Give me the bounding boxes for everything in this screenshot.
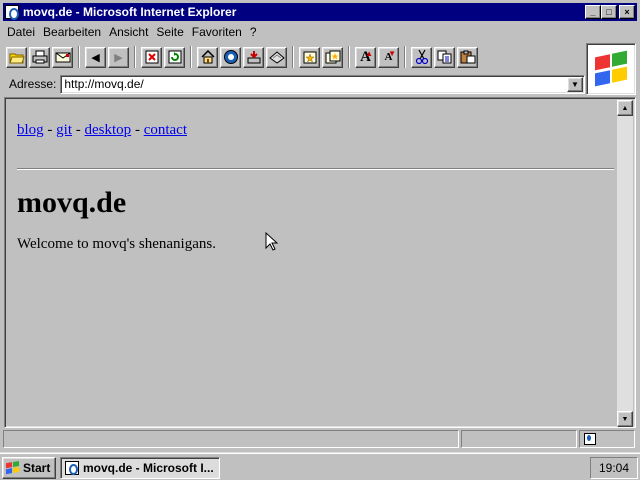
favorites-add-icon[interactable] (299, 46, 320, 68)
ie-app-icon[interactable] (5, 5, 19, 20)
web-page: blog - git - desktop - contact movq.de W… (7, 100, 619, 425)
status-pane-zone (579, 430, 635, 448)
horizontal-rule (17, 168, 614, 170)
maximize-button[interactable]: □ (601, 5, 617, 19)
paste-icon[interactable] (457, 46, 478, 68)
menu-ansicht[interactable]: Ansicht (105, 25, 152, 39)
channels-icon[interactable] (266, 46, 287, 68)
status-bar (3, 430, 637, 448)
site-nav: blog - git - desktop - contact (17, 122, 187, 139)
font-larger-icon[interactable]: A ▲ (355, 46, 376, 68)
start-button[interactable]: Start (2, 457, 56, 479)
title-bar: movq.de - Microsoft Internet Explorer _ … (3, 3, 637, 21)
start-label: Start (23, 461, 51, 475)
refresh-icon[interactable] (164, 46, 185, 68)
menu-bar: Datei Bearbeiten Ansicht Seite Favoriten… (3, 22, 587, 42)
toolbar-separator (190, 46, 192, 68)
toolbar-separator (292, 46, 294, 68)
mouse-cursor-icon (265, 232, 279, 251)
favorites-open-icon[interactable] (322, 46, 343, 68)
stop-icon[interactable] (141, 46, 162, 68)
open-icon[interactable] (6, 46, 27, 68)
address-label: Adresse: (9, 77, 57, 91)
toolbar-separator (134, 46, 136, 68)
taskbar-item-label: movq.de - Microsoft I... (83, 461, 214, 475)
page-heading: movq.de (17, 186, 127, 219)
windows-logo-icon (6, 460, 20, 475)
copy-icon[interactable] (434, 46, 455, 68)
back-icon[interactable]: ◀ (85, 46, 106, 68)
toolbar: ◀ ▶ A ▲ A ▼ (6, 44, 584, 70)
address-bar: Adresse: http://movq.de/ ▼ (3, 74, 585, 94)
taskbar: Start movq.de - Microsoft I... 19:04 (0, 452, 640, 480)
status-pane-progress (461, 430, 577, 448)
browser-content: blog - git - desktop - contact movq.de W… (4, 97, 636, 428)
minimize-button[interactable]: _ (585, 5, 601, 19)
nav-link-blog[interactable]: blog (17, 122, 44, 138)
close-button[interactable]: × (619, 5, 635, 19)
nav-link-git[interactable]: git (56, 122, 72, 138)
menu-seite[interactable]: Seite (152, 25, 187, 39)
nav-link-desktop[interactable]: desktop (85, 122, 132, 138)
status-text (3, 430, 459, 448)
ie-throbber-logo (586, 43, 636, 95)
toolbar-separator (78, 46, 80, 68)
toolbar-separator (404, 46, 406, 68)
scroll-down-button[interactable]: ▼ (617, 411, 633, 427)
search-icon[interactable] (220, 46, 241, 68)
ie-task-icon (65, 461, 79, 475)
system-tray: 19:04 (590, 457, 638, 479)
windows-flag-icon (593, 48, 629, 90)
mail-icon[interactable] (52, 46, 73, 68)
print-icon[interactable] (29, 46, 50, 68)
cut-icon[interactable] (411, 46, 432, 68)
scroll-up-button[interactable]: ▲ (617, 100, 633, 116)
menu-help[interactable]: ? (246, 25, 261, 39)
address-field[interactable]: http://movq.de/ ▼ (60, 74, 585, 94)
internet-zone-icon (584, 433, 596, 445)
taskbar-item-ie[interactable]: movq.de - Microsoft I... (60, 457, 220, 479)
window-title: movq.de - Microsoft Internet Explorer (23, 5, 237, 19)
menu-bearbeiten[interactable]: Bearbeiten (39, 25, 105, 39)
font-smaller-icon[interactable]: A ▼ (378, 46, 399, 68)
nav-link-contact[interactable]: contact (144, 122, 187, 138)
nav-separator: - (47, 122, 53, 138)
nav-separator: - (134, 122, 140, 138)
download-icon[interactable] (243, 46, 264, 68)
vertical-scrollbar[interactable]: ▲ ▼ (617, 100, 633, 427)
address-dropdown-button[interactable]: ▼ (567, 76, 583, 92)
nav-separator: - (75, 122, 81, 138)
home-icon[interactable] (197, 46, 218, 68)
toolbar-separator (348, 46, 350, 68)
welcome-text: Welcome to movq's shenanigans. (17, 236, 216, 252)
menu-favoriten[interactable]: Favoriten (188, 25, 246, 39)
address-value[interactable]: http://movq.de/ (61, 77, 143, 91)
clock[interactable]: 19:04 (599, 461, 629, 475)
forward-icon[interactable]: ▶ (108, 46, 129, 68)
menu-datei[interactable]: Datei (3, 25, 39, 39)
